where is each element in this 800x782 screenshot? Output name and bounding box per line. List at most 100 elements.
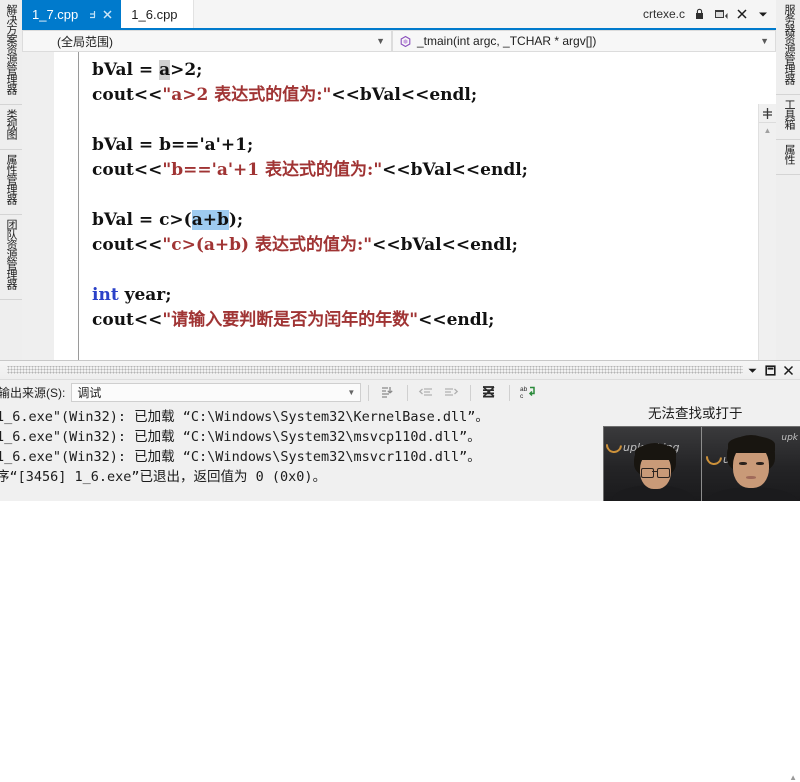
code-token: bVal = b=='a'+1; bbox=[92, 135, 254, 155]
tab-1-7-cpp[interactable]: 1_7.cpp bbox=[22, 0, 122, 28]
function-dropdown-value: _tmain(int argc, _TCHAR * argv[]) bbox=[417, 34, 597, 48]
sidebar-item-solution-explorer[interactable]: 解决方案资源管理器 bbox=[0, 0, 22, 105]
panel-close-icon[interactable] bbox=[779, 362, 797, 378]
left-dock-strip: 解决方案资源管理器 类视图 属性管理器 团队资源管理器 bbox=[0, 0, 23, 360]
code-line: bVal = b=='a'+1; bbox=[92, 133, 750, 158]
output-scroll-up-arrow[interactable]: ▲ bbox=[789, 773, 797, 782]
code-line: cout<<"a>2 表达式的值为:"<<bVal<<endl; bbox=[92, 83, 750, 108]
scroll-up-arrow[interactable]: ▲ bbox=[759, 123, 776, 138]
clear-output-icon[interactable] bbox=[478, 383, 500, 403]
tab-1-6-cpp-label: 1_6.cpp bbox=[131, 6, 178, 22]
toolbar-separator bbox=[470, 384, 472, 401]
code-line: cout<<"请输入要判断是否为闰年的年数"<<endl; bbox=[92, 308, 750, 333]
navigation-bar: (全局范围) ▼ _tmain(int argc, _TCHAR * argv[… bbox=[22, 30, 776, 52]
code-line: bVal = c>(a+b); bbox=[92, 208, 750, 233]
code-token: "c>(a+b) 表达式的值为:" bbox=[162, 235, 373, 255]
code-token: "请输入要判断是否为闰年的年数" bbox=[162, 310, 419, 330]
code-token: ); bbox=[228, 210, 244, 230]
sidebar-item-properties[interactable]: 属性 bbox=[776, 140, 800, 175]
code-line: cout<<"c>(a+b) 表达式的值为:"<<bVal<<endl; bbox=[92, 233, 750, 258]
output-overflow-text: 无法查找或打于 bbox=[648, 406, 743, 422]
previous-message-icon[interactable] bbox=[415, 383, 437, 403]
indent-guide-line bbox=[78, 52, 79, 360]
code-line: int year; bbox=[92, 283, 750, 308]
output-source-value: 调试 bbox=[77, 386, 102, 400]
document-tab-bar: 1_7.cpp 1_6.cpp crtexe.c bbox=[22, 0, 776, 30]
source-code-text[interactable]: bVal = a>2; cout<<"a>2 表达式的值为:"<<bVal<<en… bbox=[92, 58, 750, 333]
person-fringe bbox=[728, 436, 775, 453]
lock-icon bbox=[692, 7, 707, 22]
go-to-message-icon[interactable] bbox=[376, 383, 398, 403]
code-token: int bbox=[92, 285, 119, 305]
visual-studio-window: 解决方案资源管理器 类视图 属性管理器 团队资源管理器 服务器资源管理器 工具箱… bbox=[0, 0, 800, 782]
code-token: cout<< bbox=[92, 160, 163, 180]
logo-swoosh-icon bbox=[702, 445, 726, 469]
chevron-down-icon[interactable]: ▼ bbox=[347, 388, 360, 397]
tab-bar-right-controls: crtexe.c bbox=[643, 0, 776, 28]
code-token: a bbox=[159, 60, 171, 80]
toggle-word-wrap-icon[interactable]: ab c bbox=[517, 383, 539, 403]
code-token: <<bVal<<endl; bbox=[382, 160, 528, 180]
backdrop-logo-right-2: upk bbox=[781, 433, 798, 443]
editor-vertical-scrollbar[interactable]: ▲ bbox=[758, 104, 776, 360]
code-token: >2; bbox=[170, 60, 203, 80]
person-fringe bbox=[635, 444, 676, 460]
webcam-split-divider bbox=[701, 427, 702, 501]
close-document-icon[interactable] bbox=[734, 7, 749, 22]
person-glasses-right-lens bbox=[657, 468, 670, 478]
code-token: bVal = c>( bbox=[92, 210, 192, 230]
code-token: <<endl; bbox=[418, 310, 495, 330]
chevron-down-icon[interactable]: ▼ bbox=[754, 36, 775, 46]
split-view-button[interactable] bbox=[759, 104, 776, 123]
output-panel-caption bbox=[0, 361, 800, 380]
tab-1-6-cpp[interactable]: 1_6.cpp bbox=[121, 0, 194, 28]
code-token: cout<< bbox=[92, 235, 163, 255]
code-token: year; bbox=[118, 285, 172, 305]
panel-maximize-icon[interactable] bbox=[761, 362, 779, 378]
person-eye-left bbox=[739, 462, 747, 465]
code-token: cout<< bbox=[92, 85, 163, 105]
svg-text:c: c bbox=[520, 393, 524, 400]
toolbar-separator bbox=[509, 384, 511, 401]
float-window-icon[interactable] bbox=[713, 7, 728, 22]
sidebar-item-class-view[interactable]: 类视图 bbox=[0, 105, 22, 150]
code-line: bVal = a>2; bbox=[92, 58, 750, 83]
sidebar-item-property-manager[interactable]: 属性管理器 bbox=[0, 150, 22, 215]
toolbar-separator bbox=[368, 384, 370, 401]
webcam-video-overlay[interactable]: upkacking upk upk bbox=[603, 426, 800, 501]
next-message-icon[interactable] bbox=[439, 383, 461, 403]
code-token: <<bVal<<endl; bbox=[372, 235, 518, 255]
code-editor-surface[interactable]: bVal = a>2; cout<<"a>2 表达式的值为:"<<bVal<<en… bbox=[22, 52, 776, 360]
sidebar-item-toolbox[interactable]: 工具箱 bbox=[776, 95, 800, 140]
editor-region: 1_7.cpp 1_6.cpp crtexe.c (全局范围) ▼ _tmain… bbox=[22, 0, 776, 360]
code-token: "b=='a'+1 表达式的值为:" bbox=[162, 160, 383, 180]
right-dock-strip: 服务器资源管理器 工具箱 属性 bbox=[775, 0, 800, 360]
code-token: cout<< bbox=[92, 310, 163, 330]
sidebar-item-team-explorer[interactable]: 团队资源管理器 bbox=[0, 215, 22, 300]
chevron-down-icon[interactable] bbox=[755, 7, 770, 22]
drag-grip[interactable] bbox=[7, 366, 743, 374]
panel-menu-chevron-icon[interactable] bbox=[743, 362, 761, 378]
sidebar-item-server-explorer[interactable]: 服务器资源管理器 bbox=[776, 0, 800, 95]
close-icon[interactable] bbox=[101, 8, 114, 21]
scope-dropdown[interactable]: (全局范围) ▼ bbox=[22, 30, 392, 52]
code-token: bVal = bbox=[92, 60, 160, 80]
person-eye-right bbox=[756, 462, 764, 465]
chevron-down-icon[interactable]: ▼ bbox=[370, 36, 391, 46]
function-dropdown[interactable]: _tmain(int argc, _TCHAR * argv[]) ▼ bbox=[392, 30, 776, 52]
webcam-person-right: upk upk bbox=[702, 427, 800, 501]
person-glasses-left-lens bbox=[641, 468, 654, 478]
code-token: a+b bbox=[191, 210, 229, 230]
svg-text:ab: ab bbox=[520, 386, 528, 393]
breakpoint-gutter[interactable] bbox=[22, 52, 55, 360]
right-document-name: crtexe.c bbox=[642, 7, 685, 21]
pin-icon[interactable] bbox=[87, 8, 100, 21]
method-icon bbox=[399, 35, 412, 48]
tab-1-7-cpp-label: 1_7.cpp bbox=[32, 6, 79, 22]
toolbar-separator bbox=[407, 384, 409, 401]
output-source-dropdown[interactable]: 调试 ▼ bbox=[71, 383, 362, 402]
output-source-label: 输出来源(S): bbox=[0, 386, 66, 400]
